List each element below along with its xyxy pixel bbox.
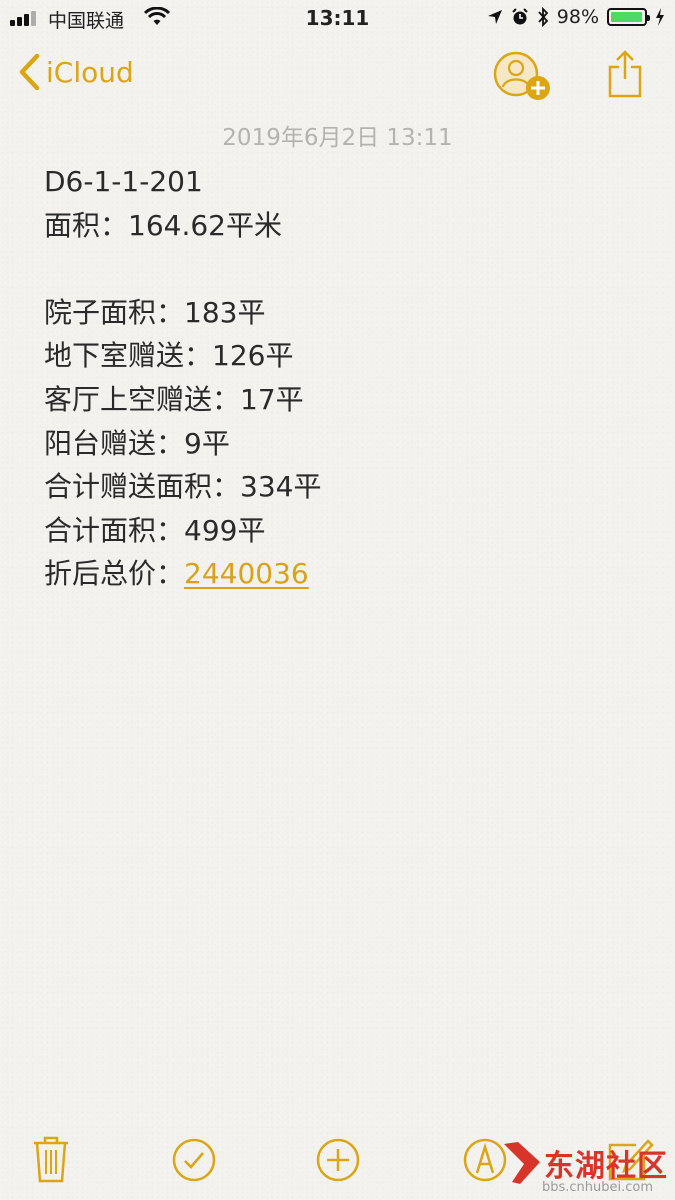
add-icon[interactable] [315, 1137, 361, 1183]
back-label: iCloud [46, 55, 134, 89]
location-icon [487, 10, 502, 24]
watermark-url: bbs.cnhubei.com [542, 1180, 654, 1195]
note-line: 合计面积：499平 [44, 513, 266, 547]
total-price-label: 折后总价： [44, 557, 185, 591]
bluetooth-icon [538, 7, 549, 27]
note-line: 客厅上空赠送：17平 [44, 382, 304, 416]
watermark-logo [504, 1142, 540, 1184]
note-date: 2019年6月2日 13:11 [222, 125, 453, 151]
charging-icon [656, 8, 664, 26]
alarm-icon [512, 8, 528, 25]
note-body[interactable]: D6-1-1-201 面积：164.62平米 院子面积：183平 地下室赠送：1… [44, 160, 644, 596]
note-line: 折后总价：2440036 [44, 552, 644, 596]
note-line: 院子面积：183平 [44, 295, 266, 329]
status-bar: 中国联通 13:11 98% [0, 0, 675, 38]
share-icon[interactable] [605, 49, 645, 99]
battery-percent: 98% [556, 6, 599, 28]
navigation-bar: iCloud [0, 45, 675, 107]
note-line: D6-1-1-201 [44, 165, 203, 198]
chevron-left-icon [19, 53, 40, 91]
checklist-icon[interactable] [171, 1137, 217, 1183]
battery-icon [607, 8, 650, 26]
phone-number-link[interactable]: 2440036 [184, 557, 309, 590]
battery-fill [611, 12, 643, 22]
site-watermark: 东湖社区 bbs.cnhubei.com [500, 1140, 668, 1195]
note-line: 合计赠送面积：334平 [44, 470, 322, 504]
note-line: 面积：164.62平米 [44, 208, 282, 242]
note-line: 地下室赠送：126平 [44, 339, 294, 373]
watermark-text: 东湖社区 [544, 1149, 668, 1184]
note-line: 阳台赠送：9平 [44, 426, 230, 460]
back-button[interactable]: iCloud [18, 53, 134, 91]
trash-icon[interactable] [32, 1135, 70, 1183]
note-blank-line [44, 247, 644, 291]
add-person-icon[interactable] [492, 49, 554, 105]
